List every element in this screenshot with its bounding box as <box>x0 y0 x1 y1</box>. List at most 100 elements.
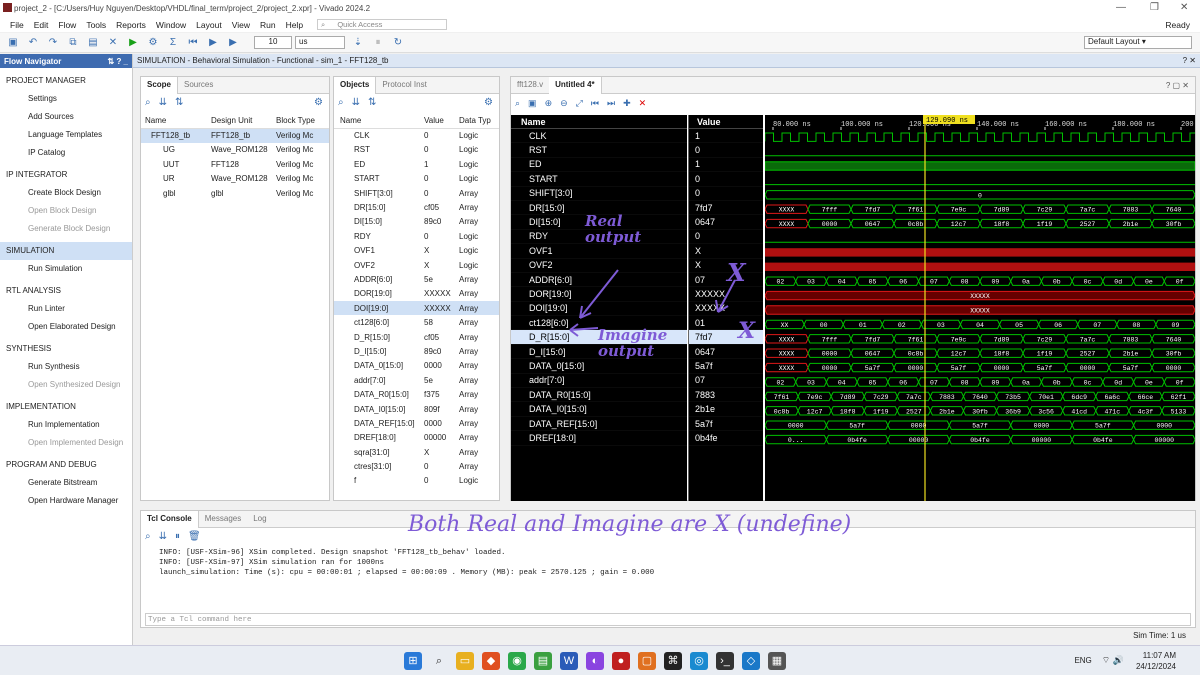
add-marker-icon[interactable]: ✚ <box>623 98 631 109</box>
vscode-icon[interactable]: ◇ <box>742 651 760 670</box>
collapse-icon[interactable]: ⇊ <box>159 97 167 108</box>
flow-section[interactable]: RTL ANALYSIS <box>0 282 132 300</box>
object-row[interactable]: sqra[31:0] X Array <box>334 445 499 459</box>
tab-fft128[interactable]: fft128.v <box>511 77 549 94</box>
wave-signal-name[interactable]: ED <box>511 158 687 173</box>
zoom-in-icon[interactable]: ⊕ <box>545 98 553 109</box>
menu-window[interactable]: Window <box>156 20 186 30</box>
scope-row[interactable]: UR Wave_ROM128 Verilog Mc <box>141 172 329 186</box>
flow-item[interactable]: Generate Block Design <box>0 220 132 238</box>
flow-item[interactable]: Run Implementation <box>0 416 132 434</box>
wave-signal-name[interactable]: DATA_0[15:0] <box>511 359 687 374</box>
scope-row[interactable]: UG Wave_ROM128 Verilog Mc <box>141 143 329 157</box>
messenger-icon[interactable]: ◐ <box>586 651 604 670</box>
flow-item[interactable]: Generate Bitstream <box>0 474 132 492</box>
flow-section[interactable]: PROGRAM AND DEBUG <box>0 456 132 474</box>
settings-icon[interactable]: ⚙ <box>146 36 160 50</box>
pause-icon[interactable]: ⏸ <box>175 531 180 542</box>
flow-section[interactable]: IP INTEGRATOR <box>0 166 132 184</box>
scope-row[interactable]: FFT128_tb FFT128_tb Verilog Mc <box>141 128 329 143</box>
object-row[interactable]: DI[15:0] 89c0 Array <box>334 215 499 229</box>
menu-reports[interactable]: Reports <box>116 20 146 30</box>
object-row[interactable]: RDY 0 Logic <box>334 229 499 243</box>
prev-edge-icon[interactable]: ⏮ <box>591 98 599 109</box>
flow-item[interactable]: Language Templates <box>0 126 132 144</box>
step-icon[interactable]: ⇣ <box>351 36 365 50</box>
notes-icon[interactable]: ▤ <box>534 651 552 670</box>
tab-objects[interactable]: Objects <box>334 76 377 94</box>
object-row[interactable]: DOR[19:0] XXXXX Array <box>334 287 499 301</box>
flow-item[interactable]: Open Hardware Manager <box>0 492 132 510</box>
scope-row[interactable]: glbl glbl Verilog Mc <box>141 186 329 200</box>
flow-item[interactable]: Run Linter <box>0 300 132 318</box>
flow-section[interactable]: PROJECT MANAGER <box>0 72 132 90</box>
expand-icon[interactable]: ⇅ <box>368 97 376 108</box>
undo-icon[interactable]: ↶ <box>26 36 40 50</box>
wave-signal-name[interactable]: addr[7:0] <box>511 374 687 389</box>
menu-file[interactable]: File <box>10 20 24 30</box>
tab-untitled-4[interactable]: Untitled 4* <box>549 76 602 94</box>
sigma-icon[interactable]: Σ <box>166 36 180 50</box>
collapse-icon[interactable]: ⇊ <box>159 531 167 542</box>
time-unit-select[interactable]: us <box>295 36 345 49</box>
wave-canvas[interactable]: 80.000 ns 100.000 ns 120.000 ns 140.000 ns 1… <box>764 115 1200 501</box>
flow-section[interactable]: SYNTHESIS <box>0 340 132 358</box>
restore-icon[interactable]: ❐ <box>1150 2 1159 13</box>
object-row[interactable]: DATA_0[15:0] 0000 Array <box>334 359 499 373</box>
search-icon[interactable]: ⌕ <box>338 97 344 108</box>
tab-messages[interactable]: Messages <box>199 511 247 528</box>
object-row[interactable]: SHIFT[3:0] 0 Array <box>334 186 499 200</box>
object-row[interactable]: ct128[6:0] 58 Array <box>334 315 499 329</box>
object-row[interactable]: ED 1 Logic <box>334 157 499 171</box>
trash-icon[interactable]: 🗑 <box>188 531 201 542</box>
object-row[interactable]: D_I[15:0] 89c0 Array <box>334 344 499 358</box>
wifi-volume-icon[interactable]: ⌔ 🔊 <box>1102 655 1124 666</box>
gear-icon[interactable]: ⚙ <box>484 97 493 108</box>
flow-section[interactable]: SIMULATION <box>0 242 132 260</box>
menu-edit[interactable]: Edit <box>34 20 49 30</box>
object-row[interactable]: DATA_R0[15:0] f375 Array <box>334 387 499 401</box>
delete-icon[interactable]: ✕ <box>639 98 647 109</box>
save-icon[interactable]: ▣ <box>528 98 537 109</box>
object-row[interactable]: f 0 Logic <box>334 474 499 488</box>
wave-signal-name[interactable]: CLK <box>511 129 687 144</box>
flow-item[interactable]: Open Implemented Design <box>0 434 132 452</box>
app-icon[interactable]: ◆ <box>482 651 500 670</box>
object-row[interactable]: CLK 0 Logic <box>334 128 499 142</box>
pause-icon[interactable]: ⏸ <box>371 36 385 50</box>
app-icon[interactable]: ⌘ <box>664 651 682 670</box>
gear-icon[interactable]: ⚙ <box>314 97 323 108</box>
chrome-icon[interactable]: ◉ <box>508 651 526 670</box>
zoom-fit-icon[interactable]: ⤢ <box>576 98 583 109</box>
tcl-command-input[interactable]: Type a Tcl command here <box>145 613 1191 626</box>
terminal-icon[interactable]: ›_ <box>716 651 734 670</box>
flow-item[interactable]: IP Catalog <box>0 144 132 162</box>
flow-item[interactable]: Create Block Design <box>0 184 132 202</box>
save-icon[interactable]: ▣ <box>6 36 20 50</box>
object-row[interactable]: OVF2 X Logic <box>334 258 499 272</box>
wave-signal-name[interactable]: DREF[18:0] <box>511 431 687 446</box>
quick-access-input[interactable]: ⌕ Quick Access <box>317 19 448 30</box>
menu-run[interactable]: Run <box>260 20 276 30</box>
file-explorer-icon[interactable]: ▭ <box>456 651 474 670</box>
wave-signal-name[interactable]: DATA_REF[15:0] <box>511 417 687 432</box>
object-row[interactable]: DREF[18:0] 00000 Array <box>334 431 499 445</box>
layout-select[interactable]: Default Layout ▾ <box>1084 36 1192 49</box>
minimize-icon[interactable]: — <box>1116 2 1126 13</box>
close-icon[interactable]: ✕ <box>1180 2 1188 13</box>
vivado-icon[interactable]: ▢ <box>638 651 656 670</box>
search-icon[interactable]: ⌕ <box>515 98 520 109</box>
wave-signal-name[interactable]: START <box>511 172 687 187</box>
run-icon[interactable]: ▶ <box>126 36 140 50</box>
object-row[interactable]: addr[7:0] 5e Array <box>334 373 499 387</box>
flow-item[interactable]: Run Simulation <box>0 260 132 278</box>
expand-icon[interactable]: ⇅ <box>175 97 183 108</box>
wave-signal-name[interactable]: DATA_I0[15:0] <box>511 402 687 417</box>
scope-row[interactable]: UUT FFT128 Verilog Mc <box>141 157 329 171</box>
run-all-icon[interactable]: ▶ <box>206 36 220 50</box>
app-icon[interactable]: ● <box>612 651 630 670</box>
flow-item[interactable]: Add Sources <box>0 108 132 126</box>
panel-controls[interactable]: ? ▢ ✕ <box>1166 81 1189 90</box>
flow-item[interactable]: Open Elaborated Design <box>0 318 132 336</box>
wave-signal-name[interactable]: DATA_R0[15:0] <box>511 388 687 403</box>
